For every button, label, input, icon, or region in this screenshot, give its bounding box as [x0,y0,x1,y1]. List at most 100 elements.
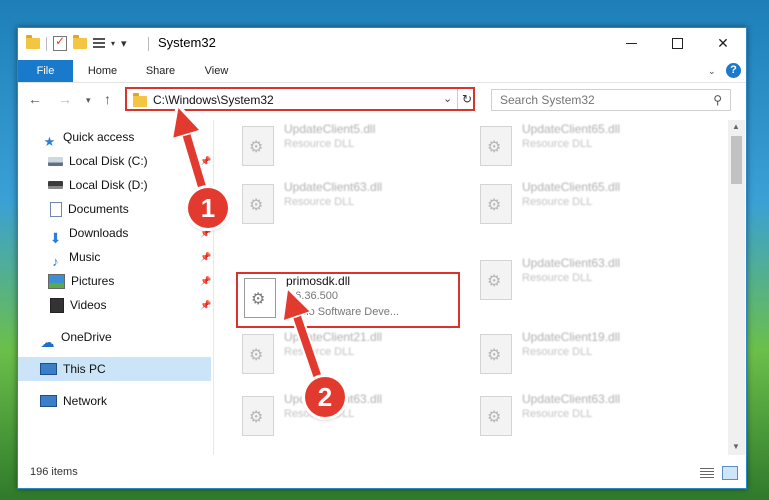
expand-ribbon-chevron-icon[interactable]: ⌄ [708,66,716,77]
pin-icon[interactable]: 📌 [200,276,211,287]
file-item[interactable]: UpdateClient63.dll Resource DLL [472,254,692,304]
sidebar-item-music[interactable]: ♪ Music [48,246,101,269]
tab-file[interactable]: File [18,60,73,82]
sidebar-item-label: Quick access [63,130,135,144]
pin-icon[interactable]: 📌 [200,228,211,239]
tab-view[interactable]: View [194,60,239,82]
close-icon: ✕ [717,34,729,51]
refresh-icon[interactable]: ↻ [457,89,476,109]
up-button[interactable]: ↑ [104,91,111,107]
dll-file-icon [242,334,274,374]
sidebar-item-downloads[interactable]: ⬇ Downloads [48,222,129,246]
videos-icon [50,297,64,313]
search-icon[interactable]: ⚲ [713,93,722,107]
sidebar-item-onedrive[interactable]: ☁ OneDrive [40,326,112,350]
sidebar-item-label: This PC [63,362,106,376]
folder-icon[interactable] [26,35,40,49]
sidebar-item-documents[interactable]: Documents [50,198,129,220]
pin-icon[interactable]: 📌 [200,156,211,167]
downloads-icon: ⬇ [49,229,62,246]
new-folder-icon[interactable] [73,35,87,49]
scroll-down-arrow-icon[interactable]: ▼ [732,442,740,451]
maximize-button[interactable] [654,28,700,58]
folder-icon [133,93,147,107]
file-list: UpdateClient5.dll Resource DLL UpdateCli… [214,120,728,455]
search-box[interactable]: ⚲ [491,89,731,111]
toolbar-dropdown-chevron-icon[interactable]: ▾ [121,37,127,50]
scroll-up-arrow-icon[interactable]: ▲ [732,122,740,131]
sidebar-item-local-disk-d[interactable]: Local Disk (D:) [48,174,148,196]
sidebar-item-label: Local Disk (D:) [69,178,148,192]
properties-list-icon[interactable] [93,37,105,50]
title-bar: ▾ ▾ System32 ✕ [18,28,746,60]
properties-check-icon[interactable] [53,34,67,51]
file-description: Resource DLL [522,346,593,358]
sidebar-item-quick-access[interactable]: ★ Quick access [42,126,135,149]
navigation-pane: ★ Quick access Local Disk (C:) 📌 Local D… [18,120,214,455]
file-item[interactable]: UpdateClient21.dll Resource DLL [234,328,454,378]
sidebar-item-label: Downloads [69,226,129,240]
recent-locations-chevron-icon[interactable]: ▾ [86,95,91,106]
sidebar-item-videos[interactable]: Videos [50,294,106,316]
sidebar-item-this-pc[interactable]: This PC [40,358,106,380]
tab-share[interactable]: Share [138,60,183,82]
minimize-button[interactable] [608,28,654,58]
status-bar: 196 items [18,460,746,486]
file-name: UpdateClient63.dll [284,180,383,194]
file-description: Resource DLL [284,196,355,208]
details-view-icon[interactable] [700,468,714,478]
file-item[interactable]: UpdateClient63.dll Resource DLL [234,178,454,228]
dll-file-icon [242,126,274,166]
dll-file-icon [480,334,512,374]
scroll-thumb[interactable] [731,136,742,184]
dll-file-icon [242,396,274,436]
title-separator [148,37,149,51]
maximize-icon [671,37,683,49]
address-dropdown-chevron-icon[interactable]: ⌄ [443,92,452,105]
file-item[interactable]: UpdateClient65.dll Resource DLL [472,120,692,170]
sidebar-item-local-disk-c[interactable]: Local Disk (C:) [48,150,148,172]
help-icon[interactable]: ? [726,63,741,78]
dll-file-icon [480,126,512,166]
file-item[interactable]: UpdateClient65.dll Resource DLL [472,178,692,228]
sidebar-item-label: Videos [70,298,107,312]
star-icon: ★ [43,133,56,149]
tab-home[interactable]: Home [80,60,125,82]
sidebar-item-pictures[interactable]: Pictures [48,270,114,292]
address-bar[interactable]: C:\Windows\System32 ⌄ ↻ [125,87,475,111]
search-input[interactable] [498,92,707,108]
file-description: Resource DLL [522,138,593,150]
drive-icon [48,156,63,166]
drive-icon [48,181,63,189]
step-2-badge: 2 [305,377,345,417]
file-description: Resource DLL [522,408,593,420]
file-description: Resource DLL [522,272,593,284]
customize-toolbar-chevron-icon[interactable]: ▾ [111,39,115,48]
file-item[interactable]: UpdateClient19.dll Resource DLL [472,328,692,378]
forward-button[interactable]: → [58,91,72,107]
file-item[interactable]: UpdateClient63.dll Resource DLL [472,390,692,440]
large-icons-view-icon[interactable] [722,466,738,480]
file-name: UpdateClient65.dll [522,180,621,194]
pin-icon[interactable]: 📌 [200,300,211,311]
back-button[interactable]: ← [28,91,42,107]
pin-icon[interactable]: 📌 [200,252,211,263]
minimize-icon [625,42,637,44]
close-button[interactable]: ✕ [700,28,746,58]
selection-highlight-box [236,272,460,328]
sidebar-item-label: Documents [68,202,129,216]
file-item[interactable]: UpdateClient5.dll Resource DLL [234,120,454,170]
file-description: Resource DLL [284,346,355,358]
sidebar-item-label: Network [63,394,108,408]
file-name: UpdateClient5.dll [284,122,376,136]
file-description: Resource DLL [522,196,593,208]
vertical-scrollbar[interactable]: ▲ ▼ [728,120,745,455]
sidebar-item-label: OneDrive [61,330,112,344]
toolbar-separator [46,36,47,51]
sidebar-item-network[interactable]: Network [40,390,107,412]
onedrive-icon: ☁ [40,333,55,350]
dll-file-icon [242,184,274,224]
window-title: System32 [158,35,216,50]
sidebar-item-label: Music [69,250,101,264]
address-path[interactable]: C:\Windows\System32 [153,93,274,107]
